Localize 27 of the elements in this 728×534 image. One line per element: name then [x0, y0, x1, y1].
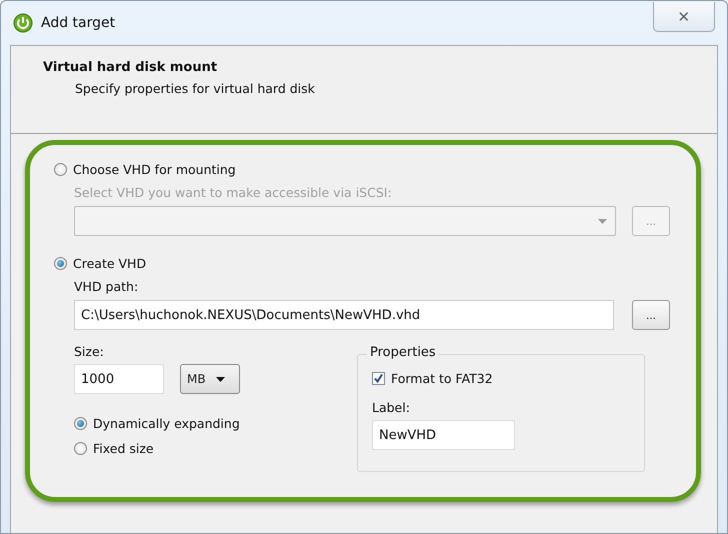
unit-dropdown[interactable]: MB	[180, 364, 240, 394]
caret-icon	[216, 376, 225, 382]
caret-icon	[598, 218, 607, 224]
browse-button[interactable]: ...	[632, 300, 670, 330]
window-title: Add target	[41, 15, 116, 31]
field-label: VHD path:	[74, 279, 140, 294]
label-field[interactable]: NewVHD	[372, 420, 515, 450]
radio-button[interactable]	[74, 442, 87, 455]
field-label: Size:	[74, 344, 105, 359]
header-title: Virtual hard disk mount	[43, 60, 218, 75]
header-subtitle: Specify properties for virtual hard disk	[75, 81, 316, 96]
app-icon	[13, 13, 33, 33]
radio-label: Dynamically expanding	[93, 416, 240, 431]
radio-label: Fixed size	[93, 441, 154, 456]
field-label: Label:	[372, 400, 411, 415]
group-title: Properties	[367, 345, 439, 360]
hint-text: Select VHD you want to make accessible via iSCSI:	[74, 185, 393, 200]
radio-label: Choose VHD for mounting	[73, 162, 236, 177]
radio-button[interactable]	[54, 257, 67, 270]
checkbox[interactable]	[372, 372, 385, 385]
path-field[interactable]: C:\Users\huchonok.NEXUS\Documents\NewVHD.vhd	[74, 300, 614, 330]
radio-button[interactable]	[74, 417, 87, 430]
checkbox-label: Format to FAT32	[391, 371, 493, 386]
close-button[interactable]: ✕	[653, 2, 715, 32]
size-field[interactable]: 1000	[74, 364, 164, 394]
radio-label: Create VHD	[73, 256, 146, 271]
check-icon	[373, 373, 384, 384]
